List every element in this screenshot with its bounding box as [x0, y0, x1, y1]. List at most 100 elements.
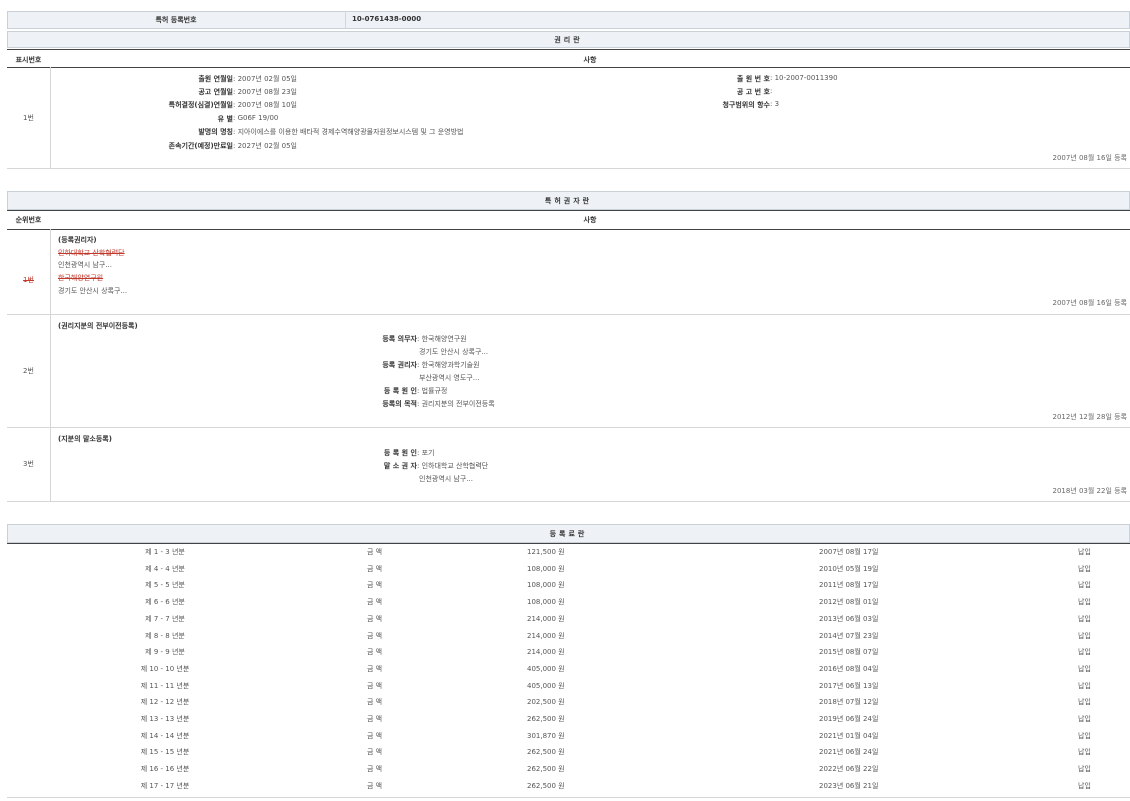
field-value: : 지아이에스를 이용한 배타적 경제수역해양광물자원정보시스템 및 그 운영방…: [233, 127, 463, 137]
holder-line: 한국해양연구원: [58, 273, 103, 283]
fee-amount-label: 금 액: [367, 747, 382, 757]
fee-amount: 262,500 원: [527, 714, 565, 724]
field-value: 부산광역시 영도구...: [419, 373, 479, 383]
divider: [7, 210, 1130, 211]
field-label: 등록 의무자: [330, 334, 417, 344]
fee-period: 제 8 - 8 년분: [90, 631, 240, 641]
field-value: : 인하대학교 산학협력단: [417, 461, 488, 471]
field-value: : 2007년 02월 05일: [233, 74, 297, 84]
divider: [7, 543, 1130, 544]
fee-status: 납입: [1078, 664, 1091, 674]
field-value: : 2027년 02월 05일: [233, 141, 297, 151]
field-value: : 2007년 08월 23일: [233, 87, 297, 97]
rights-reg-date: 2007년 08월 16일 등록: [900, 153, 1127, 163]
divider: [345, 11, 346, 29]
fee-paid-date: 2022년 06월 22일: [819, 764, 878, 774]
field-value: : 한국해양과학기술원: [417, 360, 480, 370]
fee-amount: 214,000 원: [527, 631, 565, 641]
field-value: : 3: [770, 100, 779, 108]
holder-row-no: 3번: [7, 459, 50, 469]
fee-paid-date: 2016년 08월 04일: [819, 664, 878, 674]
fee-paid-date: 2011년 08월 17일: [819, 580, 878, 590]
holder-row-kind: (권리지분의 전부이전등록): [58, 321, 138, 331]
fee-amount-label: 금 액: [367, 580, 382, 590]
holder-row-kind: (등록권리자): [58, 235, 97, 245]
holder-row-no: 2번: [7, 366, 50, 376]
fee-amount: 108,000 원: [527, 580, 565, 590]
fee-period: 제 15 - 15 년분: [90, 747, 240, 757]
holder-line: 인하대학교 산학협력단: [58, 248, 125, 258]
fee-amount-label: 금 액: [367, 647, 382, 657]
fees-section-title: 등록료란: [7, 529, 1130, 539]
fee-amount: 214,000 원: [527, 647, 565, 657]
field-value: : 2007년 08월 10일: [233, 100, 297, 110]
field-label: 출원 연월일: [100, 74, 233, 84]
holder-reg-date: 2007년 08월 16일 등록: [900, 298, 1127, 308]
fee-period: 제 10 - 10 년분: [90, 664, 240, 674]
field-value: : 포기: [417, 448, 434, 458]
divider: [7, 67, 1130, 68]
fee-amount: 262,500 원: [527, 781, 565, 791]
fee-status: 납입: [1078, 614, 1091, 624]
holder-row-kind: (지분의 말소등록): [58, 434, 112, 444]
fee-period: 제 17 - 17 년분: [90, 781, 240, 791]
field-label: 발명의 명칭: [100, 127, 233, 137]
fee-period: 제 6 - 6 년분: [90, 597, 240, 607]
divider: [7, 49, 1130, 50]
fee-amount-label: 금 액: [367, 764, 382, 774]
fee-amount: 121,500 원: [527, 547, 565, 557]
field-label: 등 록 원 인: [330, 448, 417, 458]
divider: [50, 67, 51, 168]
fee-amount: 202,500 원: [527, 697, 565, 707]
fee-status: 납입: [1078, 747, 1091, 757]
registration-number-label: 특허 등록번호: [7, 15, 345, 25]
holders-section-title: 특허권자란: [7, 196, 1130, 206]
fee-amount-label: 금 액: [367, 664, 382, 674]
field-label: 공 고 번 호: [680, 87, 770, 97]
fee-status: 납입: [1078, 631, 1091, 641]
holder-reg-date: 2018년 03월 22일 등록: [900, 486, 1127, 496]
fee-amount-label: 금 액: [367, 597, 382, 607]
fee-status: 납입: [1078, 781, 1091, 791]
fee-period: 제 12 - 12 년분: [90, 697, 240, 707]
divider: [7, 501, 1130, 502]
fee-paid-date: 2021년 01월 04일: [819, 731, 878, 741]
field-label: 출 원 번 호: [680, 74, 770, 84]
field-label: 등록 권리자: [330, 360, 417, 370]
field-value: :: [770, 87, 772, 95]
fee-paid-date: 2023년 06월 21일: [819, 781, 878, 791]
fee-amount-label: 금 액: [367, 547, 382, 557]
fee-amount: 108,000 원: [527, 564, 565, 574]
field-value: 인천광역시 남구...: [419, 474, 473, 484]
fee-period: 제 11 - 11 년분: [90, 681, 240, 691]
divider: [7, 797, 1130, 798]
fee-amount-label: 금 액: [367, 731, 382, 741]
holder-reg-date: 2012년 12월 28일 등록: [900, 412, 1127, 422]
field-value: : 권리지분의 전부이전등록: [417, 399, 495, 409]
holder-line: 인천광역시 남구...: [58, 260, 112, 270]
divider: [50, 229, 51, 501]
fee-amount-label: 금 액: [367, 681, 382, 691]
fee-status: 납입: [1078, 697, 1091, 707]
fee-paid-date: 2019년 06월 24일: [819, 714, 878, 724]
fee-amount-label: 금 액: [367, 631, 382, 641]
fee-period: 제 14 - 14 년분: [90, 731, 240, 741]
field-label: 등 록 원 인: [330, 386, 417, 396]
rights-row-no: 1번: [7, 113, 50, 123]
fee-period: 제 16 - 16 년분: [90, 764, 240, 774]
fee-status: 납입: [1078, 547, 1091, 557]
fee-amount: 405,000 원: [527, 664, 565, 674]
field-label: 존속기간(예정)만료일: [100, 141, 233, 151]
fee-status: 납입: [1078, 564, 1091, 574]
divider: [7, 229, 1130, 230]
field-value: : 10-2007-0011390: [770, 74, 838, 82]
fee-amount: 262,500 원: [527, 764, 565, 774]
fee-paid-date: 2013년 06월 03일: [819, 614, 878, 624]
field-label: 청구범위의 항수: [680, 100, 770, 110]
fee-paid-date: 2015년 08월 07일: [819, 647, 878, 657]
field-value: : 한국해양연구원: [417, 334, 467, 344]
fee-status: 납입: [1078, 731, 1091, 741]
fee-paid-date: 2021년 06월 24일: [819, 747, 878, 757]
fee-amount-label: 금 액: [367, 614, 382, 624]
divider: [7, 168, 1130, 169]
